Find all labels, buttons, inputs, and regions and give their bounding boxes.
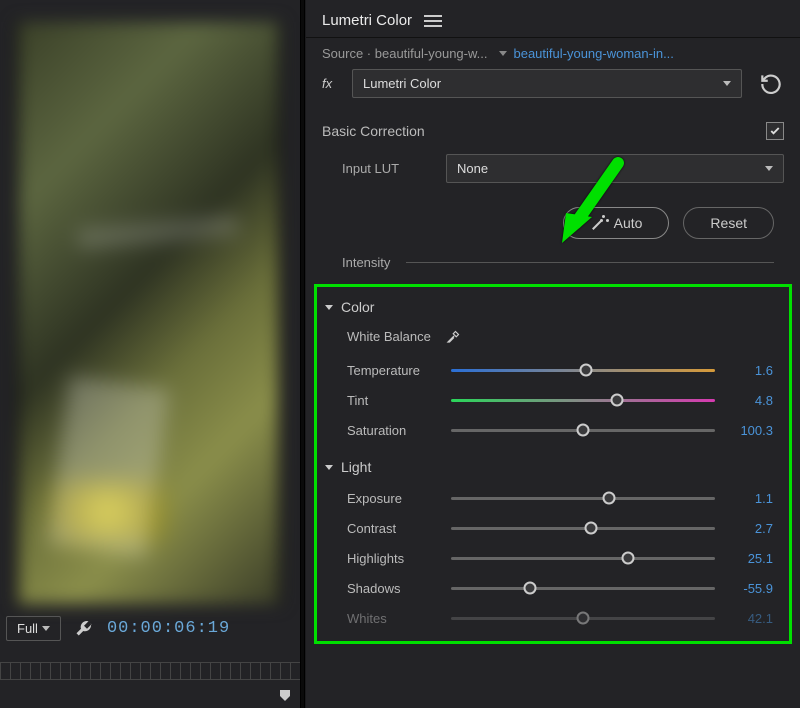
contrast-slider[interactable] (451, 520, 715, 536)
slider-thumb[interactable] (524, 582, 537, 595)
program-monitor-pane: Full 00:00:06:19 (0, 0, 300, 708)
intensity-slider[interactable] (406, 262, 774, 263)
contrast-label: Contrast (347, 521, 441, 536)
tint-row: Tint 4.8 (325, 385, 781, 415)
playhead-icon[interactable] (278, 688, 292, 702)
light-group-toggle[interactable]: Light (325, 445, 781, 483)
shadows-label: Shadows (347, 581, 441, 596)
contrast-value[interactable]: 2.7 (725, 521, 777, 536)
panel-title: Lumetri Color (322, 12, 412, 29)
timecode-display[interactable]: 00:00:06:19 (107, 619, 230, 638)
highlights-row: Highlights 25.1 (325, 543, 781, 573)
effect-dropdown-value: Lumetri Color (363, 76, 441, 91)
white-balance-row: White Balance (325, 323, 781, 355)
clip-name-link[interactable]: beautiful-young-woman-in... (513, 46, 784, 61)
color-group-toggle[interactable]: Color (325, 291, 781, 323)
highlights-label: Highlights (347, 551, 441, 566)
basic-correction-toggle[interactable] (766, 122, 784, 140)
exposure-value[interactable]: 1.1 (725, 491, 777, 506)
color-group-title: Color (341, 299, 374, 315)
playback-resolution-label: Full (17, 621, 38, 636)
input-lut-row: Input LUT None (322, 148, 784, 189)
reset-button[interactable]: Reset (683, 207, 774, 239)
intensity-row: Intensity (322, 249, 784, 284)
shadows-value[interactable]: -55.9 (725, 581, 777, 596)
saturation-row: Saturation 100.3 (325, 415, 781, 445)
shadows-slider[interactable] (451, 580, 715, 596)
exposure-row: Exposure 1.1 (325, 483, 781, 513)
settings-wrench-icon[interactable] (75, 619, 93, 637)
playback-resolution-select[interactable]: Full (6, 616, 61, 641)
whites-slider[interactable] (451, 610, 715, 626)
video-preview-content (48, 482, 168, 542)
fx-badge-icon[interactable]: fx (322, 76, 342, 91)
chevron-down-icon (723, 81, 731, 86)
video-preview[interactable] (16, 22, 281, 604)
auto-button[interactable]: Auto (563, 207, 670, 239)
slider-thumb[interactable] (584, 522, 597, 535)
chevron-down-icon[interactable] (499, 51, 507, 56)
effect-dropdown[interactable]: Lumetri Color (352, 69, 742, 98)
effect-select-row: fx Lumetri Color (306, 65, 800, 108)
input-lut-dropdown[interactable]: None (446, 154, 784, 183)
eyedropper-icon[interactable] (445, 327, 463, 345)
auto-button-label: Auto (614, 215, 643, 231)
chevron-down-icon (42, 626, 50, 631)
light-group-title: Light (341, 459, 371, 475)
whites-value[interactable]: 42.1 (725, 611, 777, 626)
slider-thumb[interactable] (577, 612, 590, 625)
panel-header: Lumetri Color (306, 0, 800, 38)
saturation-slider[interactable] (451, 422, 715, 438)
temperature-row: Temperature 1.6 (325, 355, 781, 385)
slider-thumb[interactable] (579, 364, 592, 377)
auto-reset-row: Auto Reset (322, 189, 784, 249)
source-label: Source · beautiful-young-w... (322, 46, 487, 61)
saturation-label: Saturation (347, 423, 441, 438)
tint-slider[interactable] (451, 392, 715, 408)
exposure-slider[interactable] (451, 490, 715, 506)
panel-menu-icon[interactable] (424, 15, 442, 27)
intensity-label: Intensity (342, 255, 390, 270)
tint-value[interactable]: 4.8 (725, 393, 777, 408)
chevron-down-icon (325, 465, 333, 470)
slider-thumb[interactable] (577, 424, 590, 437)
scrub-bar[interactable] (0, 688, 300, 702)
highlights-slider[interactable] (451, 550, 715, 566)
chevron-down-icon (325, 305, 333, 310)
slider-thumb[interactable] (621, 552, 634, 565)
temperature-slider[interactable] (451, 362, 715, 378)
saturation-value[interactable]: 100.3 (725, 423, 777, 438)
temperature-label: Temperature (347, 363, 441, 378)
time-ruler[interactable] (0, 662, 300, 680)
magic-wand-icon (590, 215, 606, 231)
reset-effect-icon[interactable] (758, 71, 784, 97)
whites-row: Whites 42.1 (325, 603, 781, 633)
white-balance-label: White Balance (347, 329, 431, 344)
annotation-highlight-box: Color White Balance Temperature 1.6 Tint… (314, 284, 792, 644)
chevron-down-icon (765, 166, 773, 171)
whites-label: Whites (347, 611, 441, 626)
lumetri-color-panel: Lumetri Color Source · beautiful-young-w… (306, 0, 800, 708)
monitor-bottom-bar: Full 00:00:06:19 (0, 608, 300, 648)
exposure-label: Exposure (347, 491, 441, 506)
highlights-value[interactable]: 25.1 (725, 551, 777, 566)
tint-label: Tint (347, 393, 441, 408)
input-lut-value: None (457, 161, 488, 176)
source-clip-row: Source · beautiful-young-w... beautiful-… (306, 38, 800, 65)
reset-button-label: Reset (710, 215, 747, 231)
input-lut-label: Input LUT (342, 161, 436, 176)
slider-thumb[interactable] (611, 394, 624, 407)
shadows-row: Shadows -55.9 (325, 573, 781, 603)
contrast-row: Contrast 2.7 (325, 513, 781, 543)
temperature-value[interactable]: 1.6 (725, 363, 777, 378)
basic-correction-title: Basic Correction (322, 123, 425, 139)
slider-thumb[interactable] (603, 492, 616, 505)
basic-correction-section: Basic Correction Input LUT None Auto Res… (306, 108, 800, 284)
pane-divider[interactable] (300, 0, 305, 708)
